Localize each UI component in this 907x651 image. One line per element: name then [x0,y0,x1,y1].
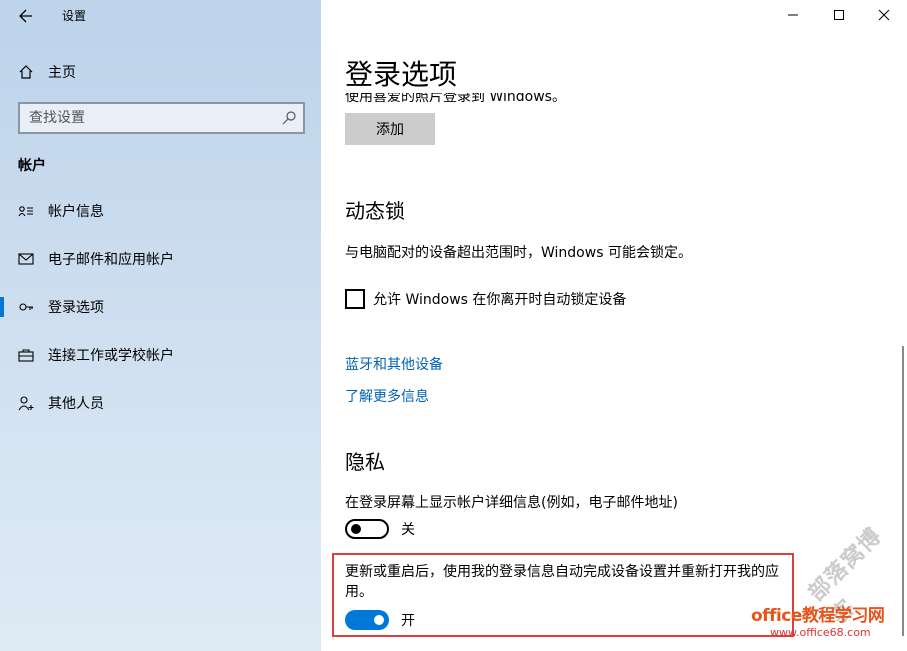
sidebar-item-label: 其他人员 [48,396,104,412]
dynamic-lock-checkbox[interactable] [345,289,365,309]
vertical-scrollbar[interactable] [902,346,904,636]
sidebar: 设置 主页 帐户 帐户信息 电子邮件和应用帐户 登录选项 [0,0,321,651]
person-add-icon [18,395,34,411]
sidebar-item-account-info[interactable]: 帐户信息 [0,191,321,231]
sidebar-item-email-accounts[interactable]: 电子邮件和应用帐户 [0,239,321,279]
sidebar-item-other-people[interactable]: 其他人员 [0,383,321,423]
sidebar-item-home[interactable]: 主页 [0,52,321,92]
show-account-details-toggle[interactable] [345,519,389,539]
dynamic-lock-description: 与电脑配对的设备超出范围时，Windows 可能会锁定。 [345,245,692,261]
key-icon [18,299,34,315]
sidebar-item-work-school[interactable]: 连接工作或学校帐户 [0,335,321,375]
close-icon [878,9,890,21]
toggle-knob [351,524,361,534]
watermark-main: office教程学习网 [751,606,885,626]
privacy-heading: 隐私 [345,450,385,474]
sidebar-item-label: 电子邮件和应用帐户 [48,252,174,268]
sidebar-item-label: 帐户信息 [48,204,104,220]
dynamic-lock-checkbox-label: 允许 Windows 在你离开时自动锁定设备 [373,292,627,308]
home-icon [18,64,34,80]
page-title: 登录选项 [345,53,745,93]
account-info-icon [18,203,34,219]
show-account-details-label: 在登录屏幕上显示帐户详细信息(例如，电子邮件地址) [345,495,678,511]
watermark-url: www.office68.com [770,626,871,639]
sidebar-item-label: 主页 [48,65,76,81]
learn-more-link[interactable]: 了解更多信息 [345,386,429,406]
search-icon[interactable] [281,110,297,126]
search-input[interactable] [20,110,281,126]
sidebar-item-sign-in-options[interactable]: 登录选项 [0,287,321,327]
maximize-button[interactable] [816,0,862,30]
minimize-icon [788,14,798,16]
close-button[interactable] [861,0,907,30]
dynamic-lock-checkbox-row[interactable]: 允许 Windows 在你离开时自动锁定设备 [345,289,626,309]
mail-icon [18,251,34,267]
bluetooth-devices-link[interactable]: 蓝牙和其他设备 [345,354,443,374]
add-button[interactable]: 添加 [345,113,435,145]
annotation-highlight-box [332,553,794,637]
maximize-icon [834,10,844,20]
window-title: 设置 [62,9,87,23]
dynamic-lock-heading: 动态锁 [345,199,405,223]
toggle-state-label: 关 [401,522,415,538]
show-account-details-toggle-row[interactable]: 关 [345,519,415,539]
sidebar-item-label: 连接工作或学校帐户 [48,348,174,364]
briefcase-icon [18,347,34,363]
search-box[interactable] [18,102,305,134]
back-arrow-icon [19,9,32,23]
back-button[interactable] [14,4,38,28]
sidebar-section-heading: 帐户 [18,158,46,174]
sidebar-item-label: 登录选项 [48,300,104,316]
minimize-button[interactable] [770,0,816,30]
